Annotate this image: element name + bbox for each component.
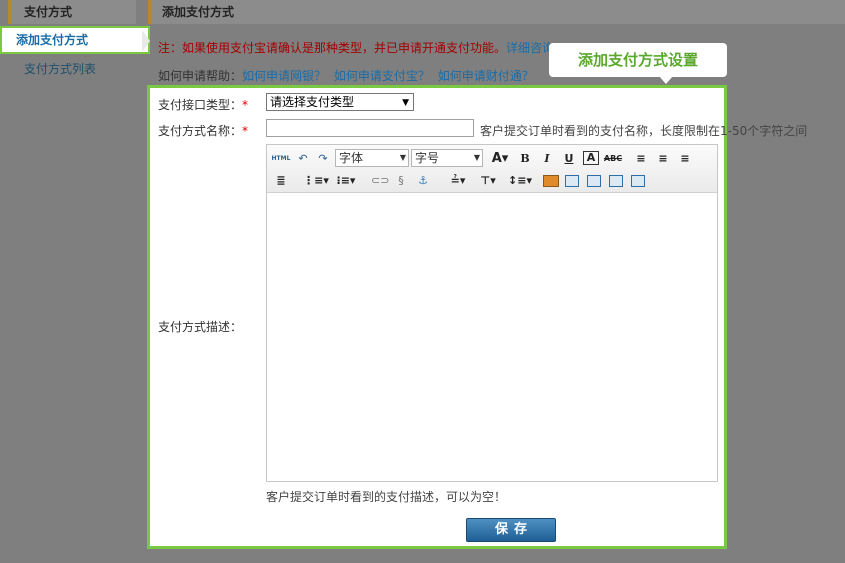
font-size-select[interactable]: 字号 ▼ (411, 149, 483, 167)
payment-type-select[interactable]: 请选择支付类型 ▼ (266, 93, 414, 111)
redo-icon[interactable]: ↷ (315, 151, 331, 167)
image-right-icon[interactable] (587, 175, 601, 187)
notice-link[interactable]: 详细咨询 (506, 41, 554, 55)
strikethrough-icon[interactable]: ABC (603, 151, 623, 167)
rich-text-editor: HTML ↶ ↷ 字体 ▼ 字号 ▼ A▾ B I U A ABC ≡ ≡ ≡ ≣ … (266, 144, 718, 482)
bold-icon[interactable]: B (517, 151, 533, 167)
line-height-icon[interactable]: ≟▾ (445, 173, 471, 189)
save-button[interactable]: 保存 (466, 518, 556, 542)
align-right-icon[interactable]: ≡ (677, 151, 693, 167)
chevron-down-icon: ▼ (402, 98, 409, 108)
font-border-icon[interactable]: A (583, 151, 599, 165)
undo-icon[interactable]: ↶ (295, 151, 311, 167)
help-links: 如何申请帮助：如何申请网银？ 如何申请支付宝？ 如何申请财付通？ (158, 67, 538, 84)
link-icon[interactable]: ⊂⊃ (371, 173, 389, 189)
sidebar-title: 支付方式 (8, 0, 136, 24)
help-link-bank[interactable]: 如何申请网银？ (242, 69, 326, 83)
sidebar-item-label: 添加支付方式 (16, 33, 89, 47)
add-payment-dialog: 支付接口类型：* 请选择支付类型 ▼ 支付方式名称：* 客户提交订单时看到的支付… (147, 85, 807, 549)
unordered-list-icon[interactable]: ⁝≡▾ (333, 173, 359, 189)
active-arrow-icon (142, 30, 150, 52)
help-prefix: 如何申请帮助： (158, 69, 243, 83)
image-center-icon[interactable] (631, 175, 645, 187)
type-label: 支付接口类型：* (158, 98, 249, 112)
name-label: 支付方式名称：* (158, 124, 249, 138)
underline-icon[interactable]: U (561, 151, 577, 167)
sidebar: 支付方式 添加支付方式 支付方式列表 (0, 0, 150, 563)
desc-label: 支付方式描述： (158, 320, 243, 334)
help-link-tenpay[interactable]: 如何申请财付通？ (438, 69, 534, 83)
sidebar-item-label: 支付方式列表 (24, 62, 97, 76)
unlink-icon[interactable]: § (393, 173, 409, 189)
align-center-icon[interactable]: ≡ (655, 151, 671, 167)
editor-content-area[interactable] (267, 194, 717, 481)
sidebar-item-payment-list[interactable]: 支付方式列表 (8, 56, 136, 82)
image-icon[interactable] (543, 175, 559, 187)
anchor-icon[interactable]: ⚓ (415, 173, 431, 189)
spacing-icon[interactable]: ↕≡▾ (507, 173, 533, 189)
sidebar-item-add-payment[interactable]: 添加支付方式 (0, 26, 150, 54)
dialog-callout-label: 添加支付方式设置 (549, 43, 727, 84)
editor-toolbar: HTML ↶ ↷ 字体 ▼ 字号 ▼ A▾ B I U A ABC ≡ ≡ ≡ ≣ … (267, 145, 717, 193)
ordered-list-icon[interactable]: ⋮≡▾ (303, 173, 329, 189)
html-source-icon[interactable]: HTML (271, 151, 291, 167)
justify-icon[interactable]: ≣ (273, 173, 289, 189)
name-hint: 客户提交订单时看到的支付名称，长度限制在1-50个字符之间 (480, 124, 808, 138)
font-color-icon[interactable]: A▾ (487, 151, 513, 167)
image-left-icon[interactable] (565, 175, 579, 187)
font-family-select[interactable]: 字体 ▼ (335, 149, 409, 167)
page-title: 添加支付方式 (148, 0, 845, 24)
desc-hint: 客户提交订单时看到的支付描述，可以为空！ (266, 490, 507, 504)
chevron-down-icon: ▼ (399, 153, 406, 162)
chevron-down-icon: ▼ (473, 153, 480, 162)
payment-name-input[interactable] (266, 119, 474, 137)
notice-text: 注：如果使用支付宝请确认是那种类型，并已申请开通支付功能。详细咨询 (158, 41, 555, 55)
italic-icon[interactable]: I (539, 151, 555, 167)
align-left-icon[interactable]: ≡ (633, 151, 649, 167)
callout-pointer-icon (659, 76, 673, 84)
image-none-icon[interactable] (609, 175, 623, 187)
paragraph-spacing-icon[interactable]: ⊤▾ (475, 173, 501, 189)
help-link-alipay[interactable]: 如何申请支付宝？ (334, 69, 430, 83)
